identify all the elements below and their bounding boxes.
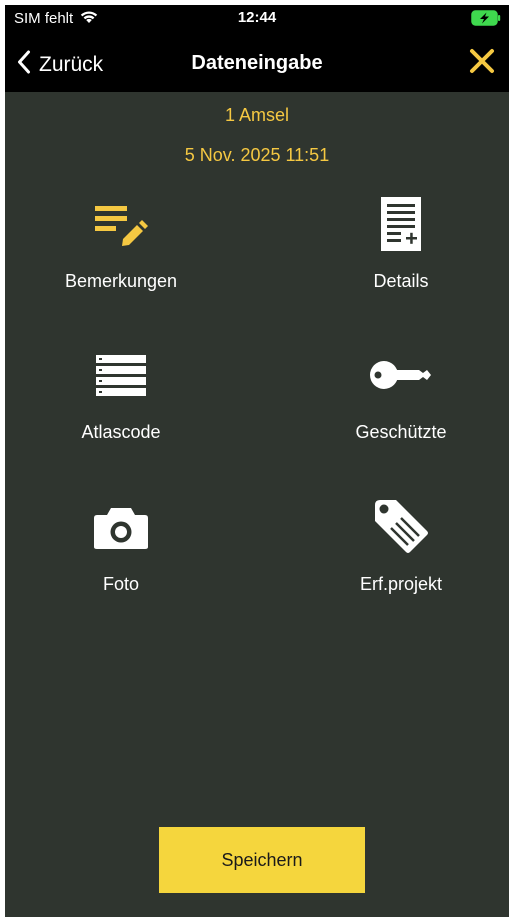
- close-icon[interactable]: [469, 48, 495, 79]
- back-button[interactable]: Zurück: [17, 50, 103, 79]
- app-screen: SIM fehlt 12:44 Zurück Dateneingabe 1 Am…: [5, 5, 509, 917]
- menu-label-details: Details: [373, 271, 429, 291]
- species-label: 1 Amsel: [224, 105, 290, 125]
- status-bar: SIM fehlt 12:44: [5, 5, 509, 32]
- menu-label-foto: Foto: [102, 574, 140, 594]
- list-icon: [11, 344, 231, 406]
- document-add-icon: [291, 193, 509, 255]
- camera-icon: [11, 496, 231, 558]
- battery-charging-icon: [471, 10, 501, 31]
- back-label: Zurück: [39, 52, 104, 76]
- key-icon: [291, 344, 509, 406]
- menu-item-bemerkungen[interactable]: Bemerkungen: [11, 193, 231, 313]
- menu-label-bemerkungen: Bemerkungen: [64, 271, 178, 291]
- datetime-label: 5 Nov. 2025 11:51: [184, 145, 330, 165]
- notes-edit-icon: [11, 193, 231, 255]
- tags-icon: [291, 496, 509, 558]
- menu-item-erfprojekt[interactable]: Erf.projekt: [291, 496, 509, 616]
- navigation-bar: Zurück Dateneingabe: [5, 32, 509, 92]
- menu-label-geschuetzte: Geschützte: [355, 422, 447, 442]
- menu-item-foto[interactable]: Foto: [11, 496, 231, 616]
- menu-label-erfprojekt: Erf.projekt: [359, 574, 443, 594]
- chevron-left-icon: [17, 50, 31, 79]
- menu-label-atlascode: Atlascode: [81, 422, 161, 442]
- menu-item-details[interactable]: Details: [291, 193, 509, 313]
- save-button[interactable]: Speichern: [159, 827, 365, 893]
- menu-item-geschuetzte[interactable]: Geschützte: [291, 344, 509, 464]
- status-time: 12:44: [237, 9, 277, 26]
- menu-item-atlascode[interactable]: Atlascode: [11, 344, 231, 464]
